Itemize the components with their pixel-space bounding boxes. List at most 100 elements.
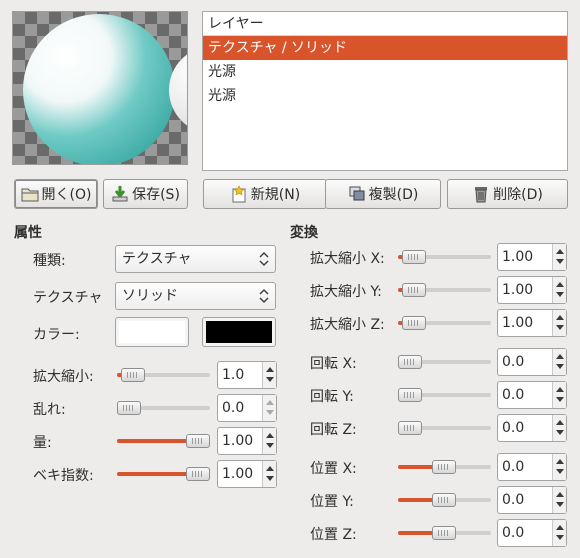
position-z-spinbutton[interactable]: 0.0 xyxy=(497,519,567,547)
position-y-label: 位置 Y: xyxy=(310,494,354,510)
spin-up-icon[interactable] xyxy=(266,433,274,438)
spin-up-icon[interactable] xyxy=(556,315,564,320)
rotate-z-label: 回転 Z: xyxy=(310,422,357,438)
color-label: カラー: xyxy=(33,327,80,343)
spin-up-icon[interactable] xyxy=(556,420,564,425)
color-swatch-fill xyxy=(119,321,185,343)
slider-handle[interactable] xyxy=(398,421,422,435)
slider-handle[interactable] xyxy=(117,401,141,415)
spin-up-icon[interactable] xyxy=(556,525,564,530)
rotate-y-slider[interactable] xyxy=(398,387,491,403)
exponent-spinbutton[interactable]: 1.00 xyxy=(217,460,277,488)
color-swatch-2[interactable] xyxy=(202,317,276,347)
position-z-label: 位置 Z: xyxy=(310,527,357,543)
slider-handle[interactable] xyxy=(398,388,422,402)
texture-label: テクスチャ xyxy=(33,290,103,306)
position-x-label: 位置 X: xyxy=(310,461,357,477)
slider-handle[interactable] xyxy=(402,316,426,330)
layer-list: レイヤー テクスチャ / ソリッド 光源 光源 xyxy=(202,11,568,171)
spin-down-icon[interactable] xyxy=(556,292,564,297)
delete-layer-button[interactable]: 削除(D) xyxy=(447,179,568,209)
position-x-slider[interactable] xyxy=(398,459,491,475)
rotate-y-spinbutton[interactable]: 0.0 xyxy=(497,381,567,409)
spin-up-icon[interactable] xyxy=(556,387,564,392)
spin-up-icon[interactable] xyxy=(556,249,564,254)
spin-down-icon[interactable] xyxy=(556,430,564,435)
slider-handle[interactable] xyxy=(121,368,145,382)
scale-y-spinbutton[interactable]: 1.00 xyxy=(497,276,567,304)
position-y-spinbutton[interactable]: 0.0 xyxy=(497,486,567,514)
spin-up-icon[interactable] xyxy=(266,400,274,405)
slider-handle[interactable] xyxy=(432,526,456,540)
slider-handle[interactable] xyxy=(186,434,210,448)
folder-icon xyxy=(21,185,39,203)
type-label: 種類: xyxy=(33,253,66,269)
scale-y-label: 拡大縮小 Y: xyxy=(310,284,382,300)
spin-down-icon[interactable] xyxy=(266,410,274,415)
scale-x-label: 拡大縮小 X: xyxy=(310,251,385,267)
spin-up-icon[interactable] xyxy=(556,459,564,464)
spin-up-icon[interactable] xyxy=(556,282,564,287)
scale-z-spinbutton[interactable]: 1.00 xyxy=(497,309,567,337)
slider-handle[interactable] xyxy=(402,283,426,297)
spin-down-icon[interactable] xyxy=(556,364,564,369)
preview-canvas xyxy=(12,11,188,165)
trash-icon xyxy=(472,185,490,203)
spin-down-icon[interactable] xyxy=(266,476,274,481)
properties-title: 属性 xyxy=(14,225,42,241)
scale-spinbutton[interactable]: 1.0 xyxy=(217,361,277,389)
layer-item[interactable]: 光源 xyxy=(203,60,567,84)
scale-y-slider[interactable] xyxy=(398,282,491,298)
rotate-x-label: 回転 X: xyxy=(310,356,357,372)
scale-z-slider[interactable] xyxy=(398,315,491,331)
position-x-spinbutton[interactable]: 0.0 xyxy=(497,453,567,481)
slider-handle[interactable] xyxy=(186,467,210,481)
spin-up-icon[interactable] xyxy=(556,492,564,497)
spin-down-icon[interactable] xyxy=(556,397,564,402)
color-swatch-1[interactable] xyxy=(115,317,189,347)
spin-down-icon[interactable] xyxy=(556,535,564,540)
save-button[interactable]: 保存(S) xyxy=(103,179,188,209)
position-y-slider[interactable] xyxy=(398,492,491,508)
exponent-label: ベキ指数: xyxy=(33,468,94,484)
open-button[interactable]: 開く(O) xyxy=(14,179,98,209)
spin-up-icon[interactable] xyxy=(266,367,274,372)
spin-down-icon[interactable] xyxy=(266,377,274,382)
new-star-icon xyxy=(230,185,248,203)
spin-up-icon[interactable] xyxy=(266,466,274,471)
rotate-z-slider[interactable] xyxy=(398,420,491,436)
turbulence-label: 乱れ: xyxy=(33,402,66,418)
spin-down-icon[interactable] xyxy=(556,502,564,507)
slider-handle[interactable] xyxy=(432,493,456,507)
spin-down-icon[interactable] xyxy=(556,259,564,264)
layer-item[interactable]: テクスチャ / ソリッド xyxy=(203,36,567,60)
save-download-icon xyxy=(111,185,129,203)
spin-down-icon[interactable] xyxy=(556,469,564,474)
slider-handle[interactable] xyxy=(432,460,456,474)
exponent-slider[interactable] xyxy=(117,466,210,482)
type-combo[interactable]: テクスチャ xyxy=(115,245,276,273)
spin-down-icon[interactable] xyxy=(266,443,274,448)
spin-down-icon[interactable] xyxy=(556,325,564,330)
texture-combo[interactable]: ソリッド xyxy=(115,282,276,310)
scale-slider[interactable] xyxy=(117,367,210,383)
amount-spinbutton[interactable]: 1.00 xyxy=(217,427,277,455)
rotate-x-spinbutton[interactable]: 0.0 xyxy=(497,348,567,376)
duplicate-layer-button[interactable]: 複製(D) xyxy=(325,179,441,209)
slider-handle[interactable] xyxy=(398,355,422,369)
slider-handle[interactable] xyxy=(402,250,426,264)
transform-title: 変換 xyxy=(290,225,318,241)
new-layer-button[interactable]: 新規(N) xyxy=(203,179,327,209)
scale-x-slider[interactable] xyxy=(398,249,491,265)
rotate-x-slider[interactable] xyxy=(398,354,491,370)
scale-x-spinbutton[interactable]: 1.00 xyxy=(497,243,567,271)
position-z-slider[interactable] xyxy=(398,525,491,541)
amount-slider[interactable] xyxy=(117,433,210,449)
layer-item[interactable]: 光源 xyxy=(203,84,567,108)
turbulence-slider[interactable] xyxy=(117,400,210,416)
rotate-z-spinbutton[interactable]: 0.0 xyxy=(497,414,567,442)
color-swatch-fill xyxy=(206,321,272,343)
scale-label: 拡大縮小: xyxy=(33,369,94,385)
spin-up-icon[interactable] xyxy=(556,354,564,359)
turbulence-spinbutton[interactable]: 0.0 xyxy=(217,394,277,422)
